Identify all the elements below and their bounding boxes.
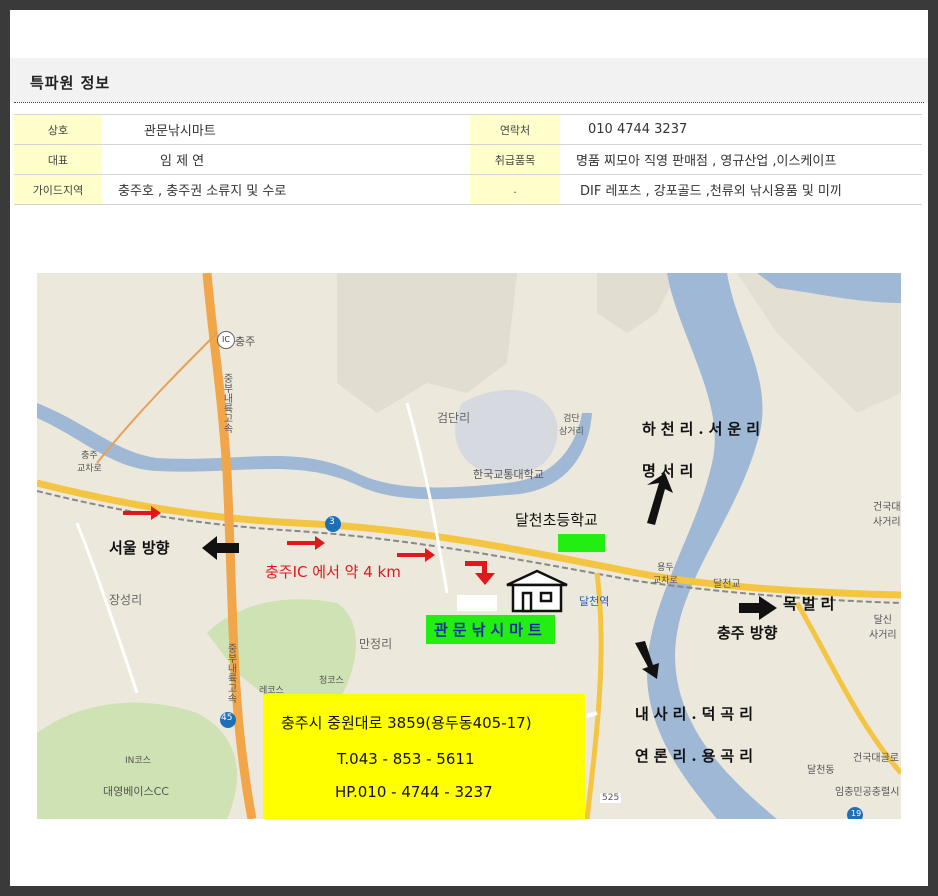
label-golf: 대영베이스CC (103, 785, 169, 798)
label-owner: 대표 (14, 144, 102, 175)
road (96, 332, 218, 464)
label-manjeongri: 만정리 (359, 637, 393, 651)
address-box: 충주시 중원대로 3859(용두동405-17) T.043 - 853 - 5… (263, 694, 585, 819)
value-guide-area: 충주호 , 충주권 소류지 및 수로 (102, 174, 470, 205)
value-name: 관문낚시마트 (102, 114, 470, 145)
label-ic: 충주 (235, 335, 256, 348)
label-station: 달천역 (579, 595, 610, 608)
store-house-icon (506, 569, 568, 613)
label-geonguk-univ: 건국대글로 (853, 753, 899, 764)
table-row: 가이드지역 충주호 , 충주권 소류지 및 수로 . DIF 레포츠 , 강포골… (14, 174, 922, 205)
school-highlight (558, 534, 605, 552)
label-east: 목벌리 (783, 595, 840, 613)
tel-text: T.043 - 853 - 5611 (337, 750, 475, 768)
route-3-label: 3 (329, 517, 335, 527)
info-table: 상호 관문낚시마트 연락처 010 4744 3237 대표 임 제 연 취급품… (14, 114, 922, 205)
dotted-divider (14, 102, 924, 103)
label-course-in: IN코스 (125, 756, 151, 766)
label-from-ic: 충주IC 에서 약 4 km (265, 563, 401, 581)
hp-text: HP.010 - 4744 - 3237 (335, 783, 493, 801)
label-jangseongri: 장성리 (109, 593, 143, 607)
label-expressway-2: 중부내륙고속 (225, 643, 236, 703)
store-name-tag: 관문낚시마트 (426, 615, 555, 644)
label-north-2: 명서리 (642, 462, 699, 480)
label-dalcheondong: 달천동 (807, 765, 835, 776)
hill-area (597, 273, 677, 333)
label-chungju-crossroad: 충주 교차로 (77, 451, 102, 474)
value-owner: 임 제 연 (102, 144, 470, 175)
location-map: 3 45 19 525 IC 충주 중부내륙고속 중부내륙고속 충주 교차로 검… (37, 273, 901, 819)
label-contact: 연락처 (470, 114, 560, 145)
label-expressway: 중부내륙고속 (221, 373, 232, 433)
page-frame: 특파원 정보 상호 관문낚시마트 연락처 010 4744 3237 대표 임 … (10, 10, 928, 886)
label-name: 상호 (14, 114, 102, 145)
route-45-label: 45 (221, 713, 233, 723)
value-products: 명품 찌모아 직영 판매점 , 영규산업 ,이스케이프 (560, 144, 922, 175)
section-title: 특파원 정보 (30, 74, 111, 92)
section-header (10, 58, 928, 102)
address-text: 충주시 중원대로 3859(용두동405-17) (281, 714, 532, 732)
label-geomdan-crossroad: 검단 삼거리 (559, 414, 584, 437)
value-contact: 010 4744 3237 (560, 114, 922, 145)
ic-badge-icon: IC (217, 331, 235, 349)
red-arrow (287, 536, 325, 550)
red-arrow (397, 548, 435, 562)
label-imchung: 임충민공충렬시 (835, 787, 900, 798)
label-north-1: 하천리.서운리 (642, 420, 766, 438)
red-arrow (465, 561, 495, 585)
table-row: 대표 임 제 연 취급품목 명품 찌모아 직영 판매점 , 영규산업 ,이스케이… (14, 144, 922, 175)
label-course-blue: 청코스 (319, 676, 344, 686)
label-dalsin: 달신 사거리 (869, 615, 897, 641)
route-19-label: 19 (851, 809, 862, 818)
label-south-2: 연론리.용곡리 (635, 747, 759, 765)
value-products-2: DIF 레포츠 , 강포골드 ,천류외 낚시용품 및 미끼 (560, 174, 922, 205)
label-empty: . (470, 174, 560, 205)
table-row: 상호 관문낚시마트 연락처 010 4744 3237 (14, 114, 922, 145)
label-to-seoul: 서울 방향 (109, 539, 170, 557)
campus-area (455, 389, 558, 476)
label-geomdanri: 검단리 (437, 411, 471, 425)
river (647, 273, 777, 819)
label-to-chungju: 충주 방향 (717, 624, 778, 642)
label-products: 취급품목 (470, 144, 560, 175)
label-dalcheon-bridge: 달천교 (713, 579, 741, 590)
label-school: 달천초등학교 (515, 511, 598, 529)
label-guide-area: 가이드지역 (14, 174, 102, 205)
label-university: 한국교통대학교 (473, 468, 544, 481)
route-525-label: 525 (600, 793, 622, 803)
label-south-1: 내사리.덕곡리 (635, 705, 759, 723)
road (584, 572, 604, 819)
store-tag-backdrop (457, 595, 497, 611)
black-arrow-east (739, 596, 777, 620)
label-geonguk-sagri: 건국대 사거리 (873, 502, 901, 528)
label-yongdu-crossroad: 용두 교차로 (653, 563, 678, 586)
hill-area (337, 273, 517, 413)
